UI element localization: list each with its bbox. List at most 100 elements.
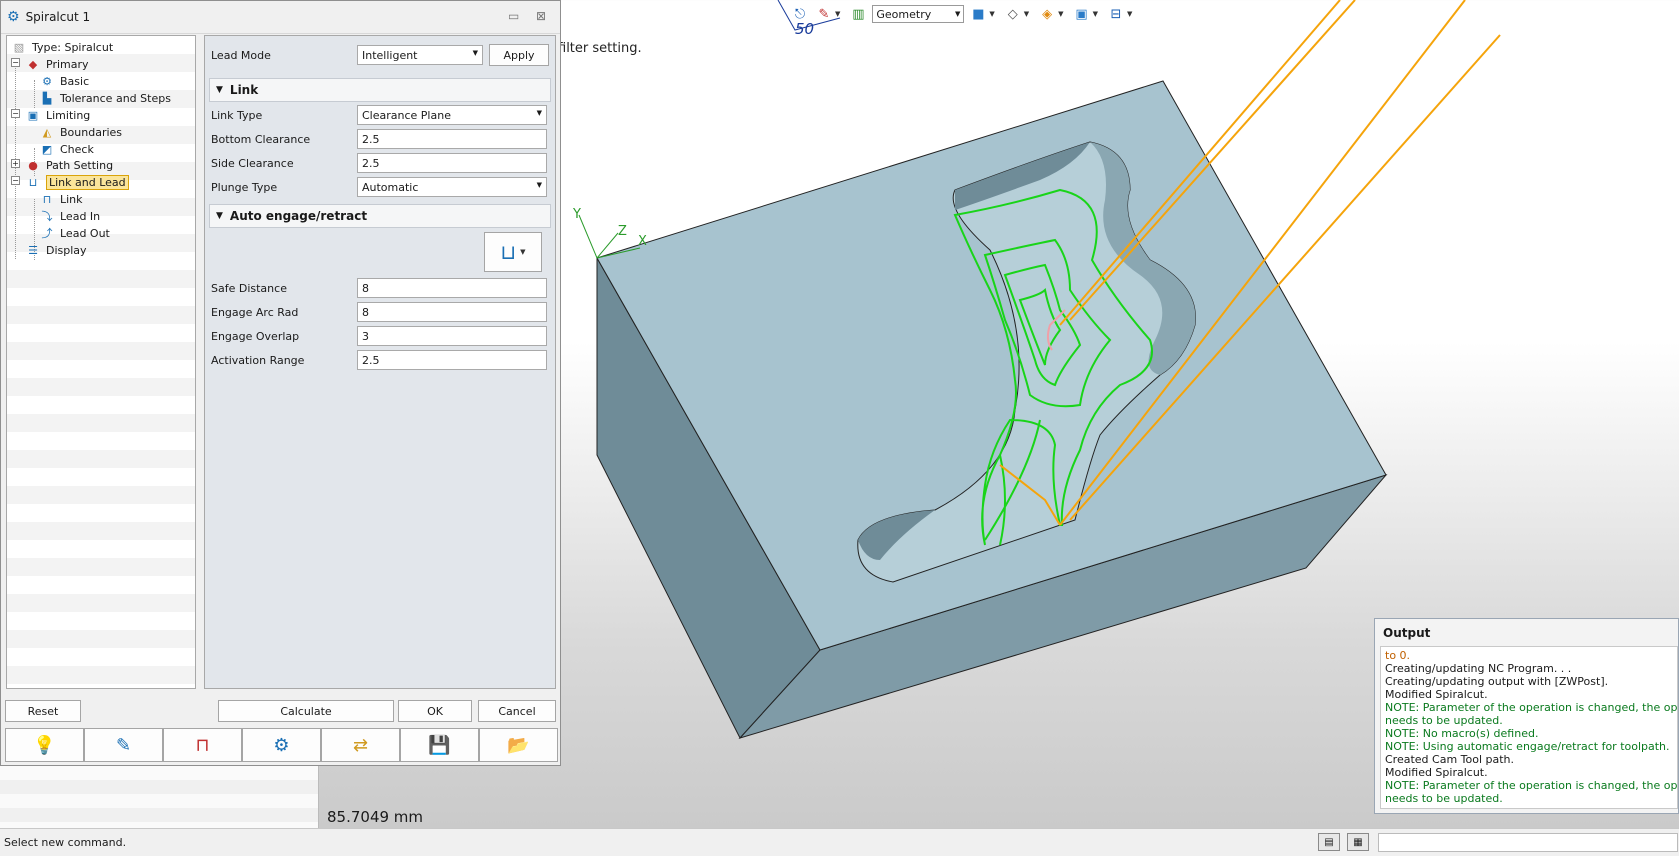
tree-item-limiting[interactable]: ▣ Limiting — [25, 106, 90, 124]
chevron-down-icon[interactable]: ▼ — [1024, 10, 1029, 18]
load-button[interactable]: 📂 — [479, 728, 558, 762]
chevron-down-icon[interactable]: ▼ — [1093, 10, 1098, 18]
tree-item-type[interactable]: ▧ Type: Spiralcut — [11, 38, 113, 56]
cancel-button[interactable]: Cancel — [478, 700, 556, 722]
tree-item-basic[interactable]: ⚙ Basic — [39, 72, 89, 90]
side-clearance-label: Side Clearance — [211, 156, 294, 170]
tree-item-lead-in[interactable]: ⤵ Lead In — [39, 207, 101, 225]
output-line: needs to be updated. — [1385, 714, 1503, 727]
shaded-cube-icon[interactable]: ■ — [968, 5, 988, 23]
panel-toggle-icon[interactable]: ▦ — [1347, 833, 1369, 851]
close-icon[interactable]: ⊠ — [536, 9, 546, 23]
tree-item-link[interactable]: ⊓ Link — [39, 190, 83, 208]
lead-mode-label: Lead Mode — [211, 48, 271, 62]
tree-item-boundaries[interactable]: ◭ Boundaries — [39, 123, 122, 141]
tree-item-path-setting[interactable]: ● Path Setting — [25, 156, 113, 174]
collapse-triangle-icon: ▼ — [216, 85, 223, 95]
operation-tree: ▧ Type: Spiralcut − ◆ Primary ⚙ Basic ▙ … — [6, 35, 196, 689]
chevron-down-icon[interactable]: ▼ — [1058, 10, 1063, 18]
limiting-icon: ▣ — [27, 108, 39, 122]
section-view-icon[interactable]: ⊟ — [1106, 5, 1126, 23]
eraser-icon[interactable]: ✎ — [814, 5, 834, 23]
compare-button[interactable]: ⇄ — [321, 728, 400, 762]
edit-icon: ✎ — [115, 734, 132, 756]
link-type-select[interactable]: Clearance Plane ▼ — [357, 105, 547, 125]
link-type-row: Link Type Clearance Plane ▼ — [211, 103, 549, 127]
link-section-title: Link — [229, 83, 259, 97]
link-and-lead-icon: ⊔ — [28, 175, 38, 189]
edit-notes-button[interactable]: ✎ — [84, 728, 163, 762]
engage-overlap-row: Engage Overlap 3 — [211, 324, 549, 348]
plunge-type-select[interactable]: Automatic ▼ — [357, 177, 547, 197]
link-icon: ⊓ — [42, 192, 52, 206]
safe-distance-row: Safe Distance 8 — [211, 276, 549, 300]
lead-mode-select[interactable]: Intelligent ▼ — [357, 45, 483, 65]
check-icon: ◩ — [41, 142, 53, 156]
tree-item-display[interactable]: ☰ Display — [25, 241, 86, 259]
link-section-header[interactable]: ▼ Link — [209, 78, 551, 102]
apply-button[interactable]: Apply — [489, 44, 549, 66]
layout-toggle-icon[interactable]: ▤ — [1318, 833, 1340, 851]
save-icon: 💾 — [428, 734, 451, 756]
expand-toggle-icon[interactable]: − — [11, 58, 20, 67]
bottom-clearance-field[interactable]: 2.5 — [357, 129, 547, 149]
iso-view-icon[interactable]: ◈ — [1037, 5, 1057, 23]
bottom-clearance-row: Bottom Clearance 2.5 — [211, 127, 549, 151]
activation-range-field[interactable]: 2.5 — [357, 350, 547, 370]
geometry-select[interactable]: Geometry ▼ — [872, 5, 965, 23]
dialog-titlebar[interactable]: ⚙ Spiralcut 1 — [1, 1, 560, 34]
output-title: Output — [1383, 626, 1431, 640]
command-input[interactable] — [1378, 833, 1678, 852]
save-button[interactable]: 💾 — [400, 728, 479, 762]
axis-x-label: X — [638, 234, 647, 249]
pin-icon[interactable]: ▭ — [508, 9, 519, 23]
axis-y-label: Y — [572, 207, 581, 222]
tree-item-primary[interactable]: ◆ Primary — [25, 55, 89, 73]
output-line: NOTE: Parameter of the operation is chan… — [1385, 779, 1678, 792]
expand-toggle-icon[interactable]: + — [11, 159, 20, 168]
safe-distance-field[interactable]: 8 — [357, 278, 547, 298]
auto-engage-section-title: Auto engage/retract — [229, 209, 368, 223]
hint-button[interactable]: 💡 — [5, 728, 84, 762]
chevron-down-icon[interactable]: ▼ — [1127, 10, 1132, 18]
engage-style-button[interactable]: ⊔ ▼ — [484, 232, 542, 272]
path-setting-icon: ● — [28, 158, 38, 172]
filter-chart-icon[interactable]: ▥ — [848, 5, 868, 23]
link-type-value: Clearance Plane — [362, 109, 451, 122]
wire-cube-icon[interactable]: ◇ — [1003, 5, 1023, 23]
auto-engage-section-header[interactable]: ▼ Auto engage/retract — [209, 204, 551, 228]
side-clearance-field[interactable]: 2.5 — [357, 153, 547, 173]
status-bar: Select new command. ▤ ▦ — [0, 828, 1679, 856]
chevron-down-icon[interactable]: ▼ — [835, 10, 840, 18]
tree-item-lead-out[interactable]: ⤴ Lead Out — [39, 224, 110, 242]
engage-overlap-label: Engage Overlap — [211, 329, 300, 343]
manager-panel — [0, 766, 319, 828]
chevron-down-icon[interactable]: ▼ — [989, 10, 994, 18]
calculate-button[interactable]: Calculate — [218, 700, 394, 722]
basic-icon: ⚙ — [42, 74, 52, 88]
tree-item-label: Link — [60, 192, 83, 206]
zoom-fit-icon[interactable]: ▣ — [1072, 5, 1092, 23]
engage-arc-rad-field[interactable]: 8 — [357, 302, 547, 322]
ok-button[interactable]: OK — [398, 700, 472, 722]
boundaries-icon: ◭ — [42, 125, 52, 139]
tree-item-link-and-lead[interactable]: ⊔ Link and Lead — [25, 173, 129, 191]
tree-item-tolerance[interactable]: ▙ Tolerance and Steps — [39, 89, 171, 107]
chevron-down-icon: ▼ — [955, 10, 961, 18]
folder-open-icon: 📂 — [507, 734, 530, 756]
tool-button[interactable]: ⚙ — [242, 728, 321, 762]
exit-icon[interactable]: ⎋ — [790, 5, 810, 23]
output-log[interactable]: to 0. Creating/updating NC Program. . . … — [1380, 646, 1678, 809]
reset-button[interactable]: Reset — [5, 700, 81, 722]
plunge-type-row: Plunge Type Automatic ▼ — [211, 175, 549, 199]
view-toolbar: ⎋ ✎ ▼ ▥ Geometry ▼ ■ ▼ ◇ ▼ ◈ ▼ ▣ ▼ ⊟ ▼ — [790, 3, 1136, 25]
expand-toggle-icon[interactable]: − — [11, 176, 20, 185]
toolpath-button[interactable]: ⊓ — [163, 728, 242, 762]
engage-overlap-field[interactable]: 3 — [357, 326, 547, 346]
tree-item-label: Limiting — [46, 108, 91, 122]
safe-distance-label: Safe Distance — [211, 281, 287, 295]
chevron-down-icon: ▼ — [536, 109, 542, 117]
display-icon: ☰ — [28, 243, 38, 257]
expand-toggle-icon[interactable]: − — [11, 109, 20, 118]
tree-item-label: Boundaries — [60, 125, 123, 139]
